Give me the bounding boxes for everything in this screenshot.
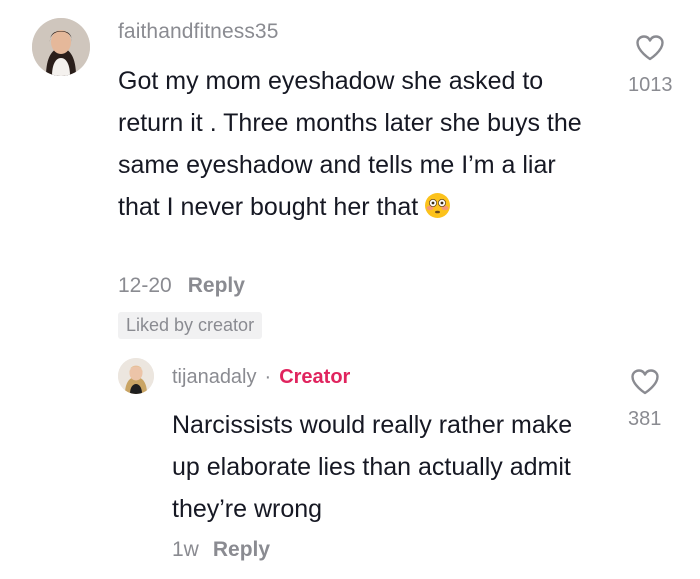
like-count: 1013 <box>628 74 673 96</box>
creator-badge: Creator <box>279 366 351 388</box>
reply-time: 1w <box>172 538 199 561</box>
comment-like: 1013 <box>628 34 673 97</box>
avatar[interactable] <box>32 18 90 76</box>
reply-username[interactable]: tijanadaly <box>172 366 257 389</box>
reply-meta: 1w Reply <box>172 538 270 562</box>
heart-icon[interactable] <box>630 368 660 400</box>
reply-avatar[interactable] <box>118 358 154 394</box>
reply-button[interactable]: Reply <box>213 538 270 562</box>
like-count: 381 <box>628 408 662 430</box>
heart-icon[interactable] <box>635 34 665 66</box>
separator-dot: · <box>264 366 272 388</box>
reply-like: 381 <box>628 368 661 431</box>
comment-username[interactable]: faithandfitness35 <box>118 20 278 44</box>
reply-header: tijanadaly · Creator <box>172 366 350 389</box>
flushed-face-emoji <box>424 190 451 218</box>
comment-text: Got my mom eyeshadow she asked to return… <box>118 60 588 228</box>
reply-text: Narcissists would really rather make up … <box>172 411 573 523</box>
comment-meta: 12-20 Reply <box>118 274 245 298</box>
liked-by-creator-badge: Liked by creator <box>118 312 263 339</box>
comment-body: Got my mom eyeshadow she asked to return… <box>118 67 582 221</box>
comment-date: 12-20 <box>118 274 172 297</box>
reply-button[interactable]: Reply <box>188 274 245 298</box>
